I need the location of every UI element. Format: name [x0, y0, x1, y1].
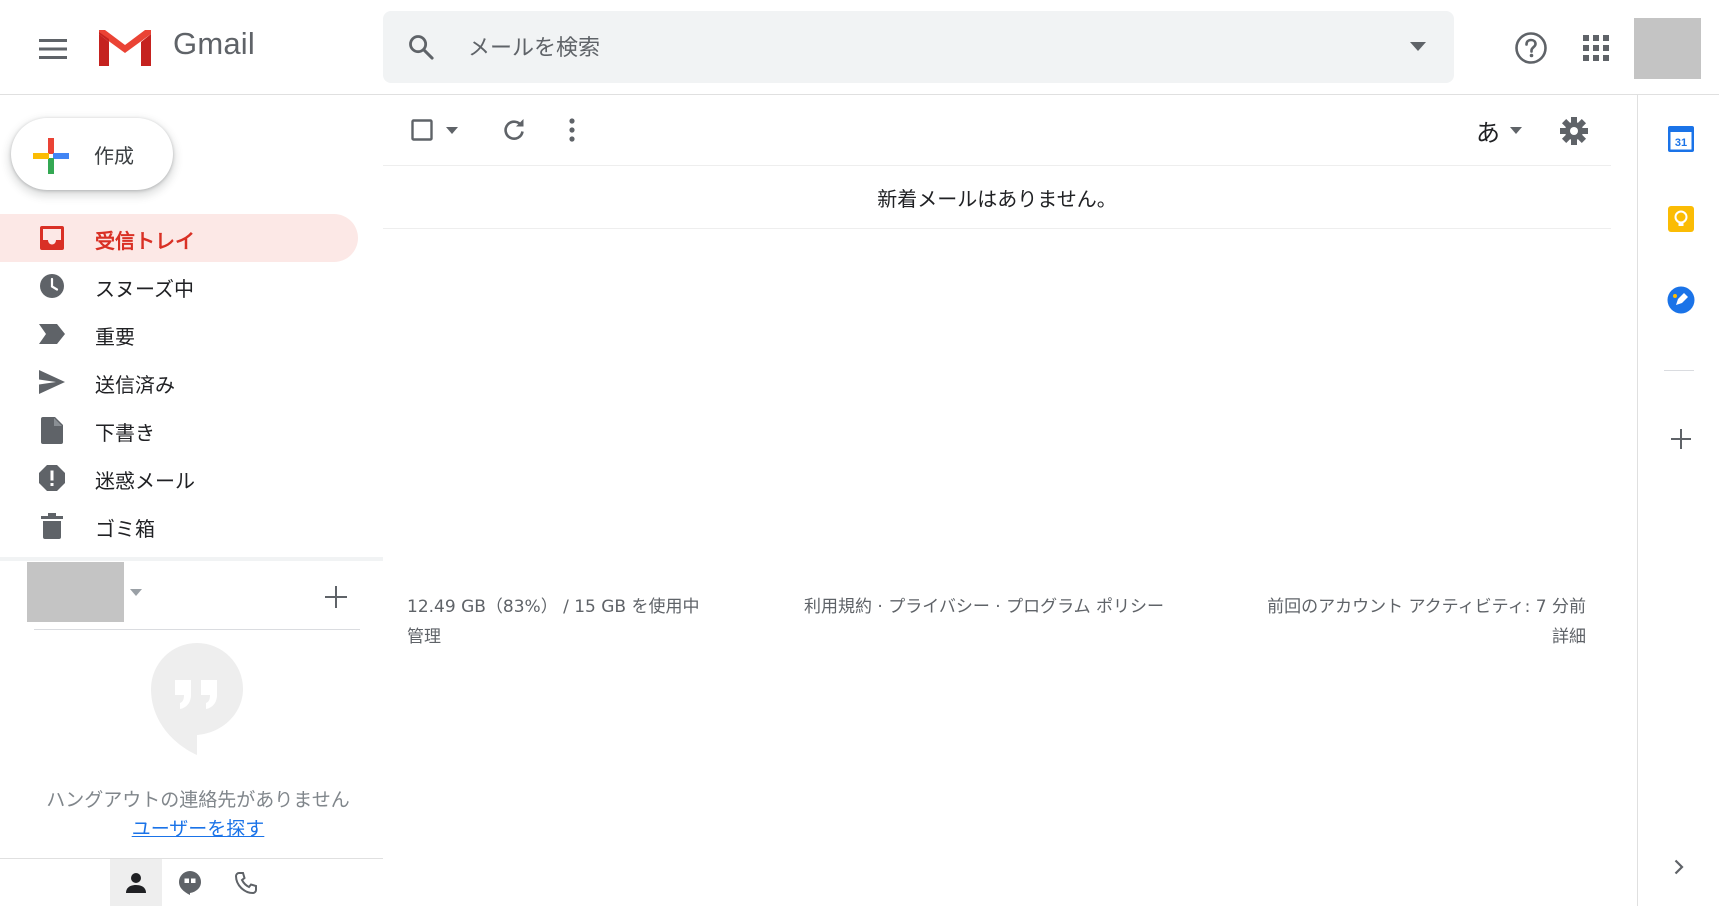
message-list-divider: [383, 228, 1611, 229]
tab-conversations[interactable]: [164, 859, 216, 906]
search-icon[interactable]: [403, 29, 439, 65]
calendar-icon: 31: [1668, 126, 1694, 152]
account-avatar[interactable]: [1634, 18, 1701, 79]
tab-contacts[interactable]: [110, 859, 162, 906]
trash-icon: [38, 512, 66, 540]
compose-label: 作成: [94, 144, 134, 168]
search-bar: [383, 11, 1454, 83]
more-actions-button[interactable]: [552, 110, 592, 150]
side-panel-border: [1637, 95, 1638, 906]
apps-grid-icon: [1583, 35, 1609, 61]
caret-down-icon: [446, 126, 458, 134]
sidebar-item-sent[interactable]: 送信済み: [0, 358, 358, 406]
hamburger-menu-icon: [39, 39, 67, 59]
sidebar-item-label: 下書き: [95, 421, 155, 445]
help-button[interactable]: [1510, 27, 1552, 69]
hangouts-new-conversation-button[interactable]: [320, 581, 352, 613]
tasks-app-button[interactable]: [1660, 279, 1702, 321]
inbox-icon: [38, 224, 66, 252]
compose-button[interactable]: 作成: [11, 118, 173, 190]
search-input[interactable]: [466, 27, 1370, 69]
phone-icon: [235, 871, 257, 894]
toolbar-divider: [383, 165, 1611, 166]
sidebar-item-label: 迷惑メール: [95, 469, 195, 493]
refresh-icon: [504, 119, 524, 140]
more-vert-icon: [569, 118, 575, 142]
hangouts-user-avatar[interactable]: [27, 562, 124, 622]
sidebar-item-label: スヌーズ中: [95, 277, 194, 301]
sidebar-item-label: 受信トレイ: [95, 229, 195, 253]
calendar-app-button[interactable]: 31: [1660, 118, 1702, 160]
sidebar-item-inbox[interactable]: 受信トレイ: [0, 214, 358, 262]
gmail-logo[interactable]: [97, 26, 153, 68]
get-addons-button[interactable]: [1660, 418, 1702, 460]
important-icon: [38, 320, 66, 348]
gear-icon: [1560, 117, 1588, 145]
side-panel-divider: [1664, 370, 1694, 371]
caret-down-icon: [1510, 126, 1522, 134]
main-menu-button[interactable]: [32, 28, 74, 70]
select-all-checkbox[interactable]: [405, 113, 439, 147]
sidebar-item-label: 送信済み: [95, 373, 175, 397]
tab-phone[interactable]: [220, 859, 272, 906]
chevron-right-icon: [1674, 859, 1684, 875]
plus-icon: [1671, 429, 1691, 449]
tasks-icon: [1667, 286, 1695, 314]
last-account-activity: 前回のアカウント アクティビティ: 7 分前: [1267, 597, 1586, 617]
app-name: Gmail: [173, 26, 255, 61]
sidebar-divider: [0, 557, 383, 561]
sidebar-item-label: 重要: [95, 325, 135, 349]
hangouts-status-dropdown-icon[interactable]: [126, 582, 146, 602]
sidebar-item-drafts[interactable]: 下書き: [0, 406, 358, 454]
manage-storage-link[interactable]: 管理: [407, 622, 441, 647]
spam-icon: [38, 464, 66, 492]
settings-button[interactable]: [1553, 110, 1595, 152]
sidebar-item-snoozed[interactable]: スヌーズ中: [0, 262, 358, 310]
google-apps-button[interactable]: [1575, 27, 1617, 69]
calendar-day-number: 31: [1675, 137, 1687, 149]
draft-icon: [38, 416, 66, 444]
search-options-dropdown-icon[interactable]: [1404, 33, 1432, 61]
input-tools-button[interactable]: あ: [1466, 110, 1532, 150]
sidebar-item-trash[interactable]: ゴミ箱: [0, 502, 358, 550]
gmail-m-logo-icon: [99, 30, 151, 66]
clock-icon: [38, 272, 66, 300]
sidebar-item-label: ゴミ箱: [95, 517, 155, 541]
input-tools-label: あ: [1476, 118, 1500, 147]
checkbox-icon: [411, 119, 433, 141]
sidebar-item-important[interactable]: 重要: [0, 310, 358, 358]
activity-details-link[interactable]: 詳細: [1180, 622, 1586, 647]
send-icon: [38, 368, 66, 396]
select-options-dropdown[interactable]: [440, 118, 464, 142]
compose-plus-icon: [33, 138, 69, 174]
keep-lightbulb-icon: [1668, 206, 1694, 232]
find-people-link[interactable]: ユーザーを探す: [0, 814, 396, 841]
storage-usage: 12.49 GB（83%） / 15 GB を使用中: [407, 597, 700, 617]
hangouts-chat-icon: [179, 870, 201, 895]
refresh-button[interactable]: [494, 110, 534, 150]
hangouts-quote-bubble-icon: [151, 643, 243, 755]
hangouts-divider: [34, 629, 360, 630]
expand-side-panel-button[interactable]: [1664, 852, 1694, 882]
policy-links[interactable]: 利用規約 · プライバシー · プログラム ポリシー: [804, 592, 1164, 617]
hangouts-empty-text: ハングアウトの連絡先がありません: [46, 789, 350, 811]
plus-icon: [325, 586, 347, 608]
help-icon: [1515, 32, 1547, 64]
person-icon: [126, 872, 146, 893]
keep-app-button[interactable]: [1660, 198, 1702, 240]
empty-inbox-message: 新着メールはありません。: [877, 187, 1117, 211]
sidebar-item-spam[interactable]: 迷惑メール: [0, 454, 358, 502]
